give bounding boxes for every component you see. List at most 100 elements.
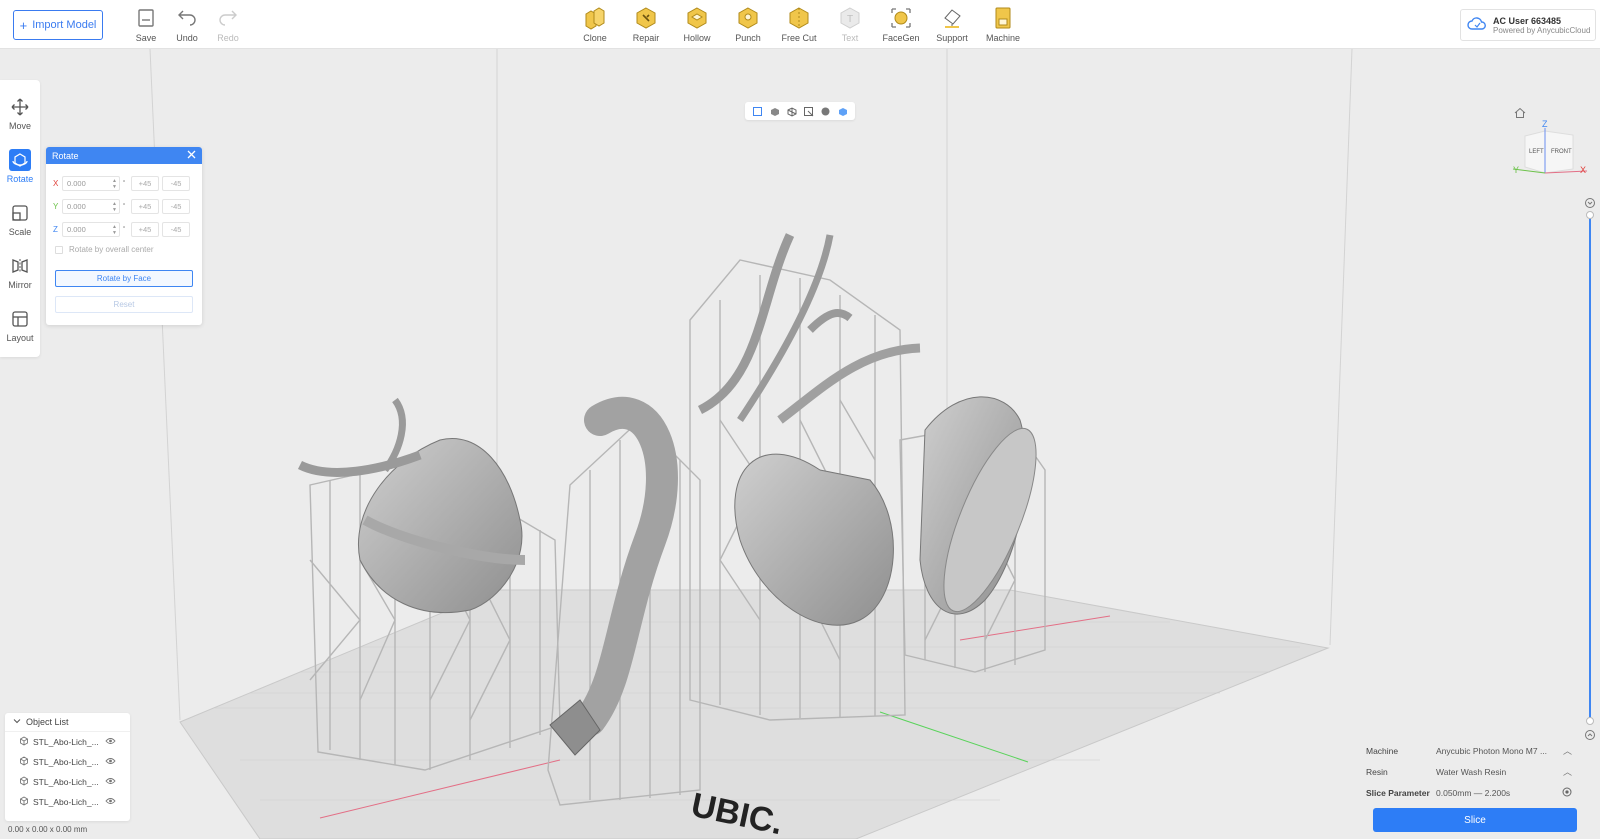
chevron-up-icon[interactable]: ︿ [1556,765,1572,778]
slice-parameter-row[interactable]: Slice Parameter 0.050mm — 2.200s [1366,782,1580,803]
sphere-view-icon[interactable] [820,106,831,117]
import-model-label: Import Model [32,19,97,31]
degree-symbol: ° [122,180,126,187]
solid-view-icon[interactable] [769,106,780,117]
repair-button[interactable]: Repair [621,6,671,46]
overhang-view-icon[interactable] [803,106,814,117]
rotate-z-input[interactable]: 0.000 ▲ ▼ [62,222,120,237]
rotate-x-minus45-button[interactable]: -45 [162,176,190,191]
free-cut-button[interactable]: Free Cut [774,6,824,46]
spinner-icon[interactable]: ▲ ▼ [112,224,117,236]
move-icon [9,96,31,118]
object-name: STL_Abo-Lich_... [33,777,99,787]
cube-face-left[interactable]: LEFT [1529,149,1544,155]
rotate-overall-center-label: Rotate by overall center [69,245,154,254]
resin-row[interactable]: Resin Water Wash Resin ︿ [1366,761,1580,782]
eye-icon[interactable] [105,757,116,767]
scale-icon [9,202,31,224]
cube-face-front[interactable]: FRONT [1551,149,1572,155]
view-cube[interactable]: Z Y X LEFT FRONT [1505,119,1590,181]
mirror-icon [9,255,31,277]
hollow-button[interactable]: Hollow [672,6,722,46]
rotate-y-value: 0.000 [67,202,86,211]
axis-x-label: X [53,179,59,188]
user-account-box[interactable]: AC User 663485 Powered by AnycubicCloud [1460,9,1596,41]
hollow-icon [685,6,709,30]
layout-icon [9,308,31,330]
punch-button[interactable]: Punch [723,6,773,46]
degree-symbol: ° [122,203,126,210]
cube-icon [19,756,29,768]
support-button[interactable]: Support [927,6,977,46]
free-cut-icon [787,6,811,30]
repair-icon [634,6,658,30]
top-toolbar: + Import Model Save Undo Redo Clone Repa… [0,0,1600,49]
rotate-z-minus45-button[interactable]: -45 [162,222,190,237]
rotate-by-face-button[interactable]: Rotate by Face [55,270,193,287]
blue-shade-view-icon[interactable] [837,106,848,117]
3d-viewport[interactable]: UBIC. Z Y X LEFT FRONT [0,49,1600,839]
eye-icon[interactable] [105,737,116,747]
rotate-x-plus45-button[interactable]: +45 [131,176,159,191]
list-item[interactable]: STL_Abo-Lich_... [5,792,130,812]
slice-parameter-key: Slice Parameter [1366,787,1430,798]
facegen-button[interactable]: FaceGen [876,6,926,46]
rotate-overall-center-checkbox[interactable]: Rotate by overall center [55,245,154,254]
list-item[interactable]: STL_Abo-Lich_... [5,772,130,792]
object-name: STL_Abo-Lich_... [33,797,99,807]
list-item[interactable]: STL_Abo-Lich_... [5,732,130,752]
slice-button[interactable]: Slice [1373,808,1577,832]
facegen-icon [889,6,913,30]
chevron-up-icon[interactable]: ︿ [1556,744,1572,757]
rotate-panel-title: Rotate [52,150,79,161]
plus-icon: + [19,17,28,33]
sidebar-item-layout[interactable]: Layout [0,302,40,348]
home-view-icon[interactable] [1514,107,1526,119]
machine-button[interactable]: Machine [978,6,1028,46]
import-model-button[interactable]: + Import Model [13,10,103,40]
view-mode-toolbar [745,102,855,120]
settings-icon[interactable] [1556,787,1572,799]
cube-icon [19,796,29,808]
sidebar-item-move[interactable]: Move [0,90,40,136]
move-label: Move [8,120,31,131]
close-icon[interactable] [187,150,196,161]
rotate-z-plus45-button[interactable]: +45 [131,222,159,237]
scene-canvas: UBIC. [149,49,1353,839]
spinner-icon[interactable]: ▲ ▼ [112,201,117,213]
object-list-header[interactable]: Object List [5,713,130,732]
wireframe-view-icon[interactable] [786,106,797,117]
rotate-x-input[interactable]: 0.000 ▲ ▼ [62,176,120,191]
object-name: STL_Abo-Lich_... [33,757,99,767]
text-label: Text [841,33,859,43]
clone-button[interactable]: Clone [570,6,620,46]
spinner-icon[interactable]: ▲ ▼ [112,178,117,190]
machine-value: Anycubic Photon Mono M7 ... [1436,745,1548,756]
cube-icon [19,776,29,788]
resin-key: Resin [1366,766,1388,777]
list-item[interactable]: STL_Abo-Lich_... [5,752,130,772]
mirror-label: Mirror [8,279,32,290]
rotate-y-minus45-button[interactable]: -45 [162,199,190,214]
rotate-y-input[interactable]: 0.000 ▲ ▼ [62,199,120,214]
chevron-down-icon[interactable] [13,717,21,727]
machine-row[interactable]: Machine Anycubic Photon Mono M7 ... ︿ [1366,740,1580,761]
redo-button[interactable]: Redo [203,6,253,46]
clone-icon [583,6,607,30]
eye-icon[interactable] [105,797,116,807]
reset-button[interactable]: Reset [55,296,193,313]
cloud-icon [1467,16,1487,35]
text-button[interactable]: T Text [825,6,875,46]
rotate-panel-header: Rotate [46,147,202,164]
sidebar-item-scale[interactable]: Scale [0,196,40,242]
sidebar-item-mirror[interactable]: Mirror [0,249,40,295]
perspective-view-icon[interactable] [752,106,763,117]
layer-slider[interactable] [1583,198,1597,743]
support-label: Support [936,33,968,43]
checkbox-box[interactable] [55,245,63,254]
sidebar-item-rotate[interactable]: Rotate [0,143,40,189]
redo-label: Redo [217,33,239,43]
eye-icon[interactable] [105,777,116,787]
save-icon [134,6,158,30]
rotate-y-plus45-button[interactable]: +45 [131,199,159,214]
